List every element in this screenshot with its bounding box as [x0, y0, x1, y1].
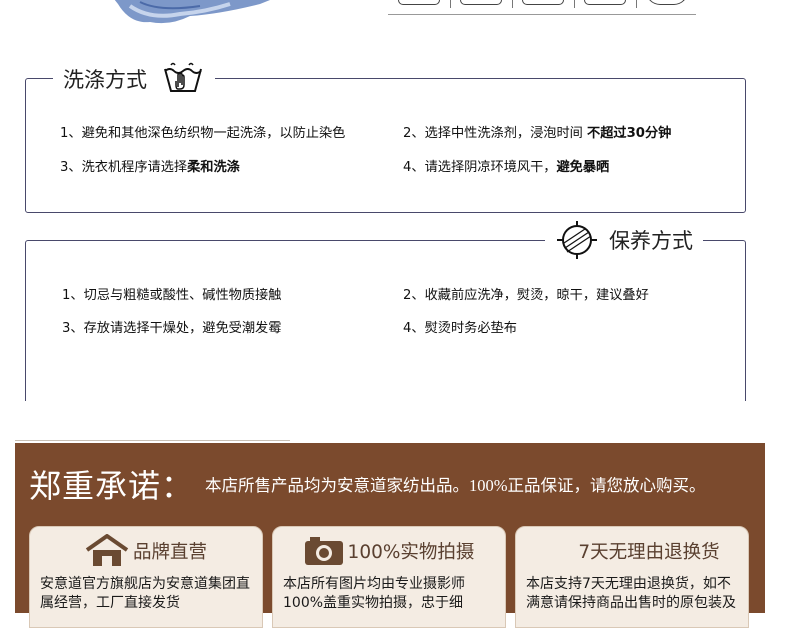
maintenance-instruction-4: 4、熨烫时务必垫布 — [403, 317, 517, 336]
divider — [15, 440, 290, 441]
maintenance-instruction-1: 1、切忌与粗糙或酸性、碱性物质接触 — [62, 284, 281, 303]
wash-instruction-2-emphasis: 不超过30分钟 — [587, 126, 672, 141]
wash-section-heading: 洗涤方式 — [53, 60, 215, 98]
product-image-fragment — [114, 0, 270, 24]
wash-instruction-4-text: 4、请选择阴凉环境风干， — [403, 160, 557, 175]
promise-title: 郑重承诺： — [29, 468, 195, 504]
wash-instruction-3-emphasis: 柔和洗涤 — [187, 160, 240, 175]
card-title: 品牌直营 — [132, 542, 207, 563]
wash-section-title: 洗涤方式 — [63, 68, 147, 92]
iron-circle-icon — [557, 221, 597, 259]
promise-card-photo: 100%实物拍摄 本店所有图片均由专业摄影师100%盖重实物拍摄，忠于细 — [272, 526, 506, 628]
card-title: 7天无理由退换货 — [578, 542, 720, 563]
maintenance-section-title: 保养方式 — [609, 229, 693, 253]
card-heading: 100%实物拍摄 — [273, 535, 505, 567]
promise-text: 本店所售产品均为安意道家纺出品。100%正品保证，请您放心购买。 — [205, 476, 706, 495]
care-symbol-icon — [522, 0, 564, 5]
maintenance-instruction-3-text: 3、存放请选择干燥处，避免受潮发霉 — [62, 321, 282, 336]
promise-card-brand: 品牌直营 安意道官方旗舰店为安意道集团直属经营，工厂直接发货 — [29, 526, 263, 628]
divider — [450, 0, 451, 8]
card-title: 100%实物拍摄 — [347, 542, 475, 563]
care-symbol-icon — [398, 0, 440, 5]
card-body: 安意道官方旗舰店为安意道集团直属经营，工厂直接发货 — [40, 576, 250, 611]
card-heading: 7天无理由退换货 — [516, 535, 748, 567]
wash-instruction-1: 1、避免和其他深色纺织物一起洗涤，以防止染色 — [60, 122, 345, 141]
wash-section-box — [25, 78, 746, 213]
care-symbol-icon — [646, 0, 688, 5]
divider — [636, 0, 637, 8]
house-icon — [85, 534, 129, 566]
maintenance-instruction-3: 3、存放请选择干燥处，避免受潮发霉 — [62, 317, 281, 336]
promise-card-return: 7天无理由退换货 本店支持7天无理由退换货，如不满意请保持商品出售时的原包装及 — [515, 526, 749, 628]
wash-instruction-3: 3、洗衣机程序请选择柔和洗涤 — [60, 156, 240, 175]
maintenance-instruction-4-text: 4、熨烫时务必垫布 — [403, 321, 517, 336]
maintenance-instruction-1-text: 1、切忌与粗糙或酸性、碱性物质接触 — [62, 288, 282, 303]
care-icon-row — [390, 0, 696, 8]
wash-instruction-3-text: 3、洗衣机程序请选择 — [60, 160, 188, 175]
maintenance-section-heading: 保养方式 — [545, 220, 703, 260]
maintenance-instruction-2: 2、收藏前应洗净，熨烫，晾干，建议叠好 — [403, 284, 649, 303]
divider — [388, 14, 696, 15]
wash-instruction-4-emphasis: 避免暴晒 — [556, 160, 610, 175]
care-symbol-icon — [584, 0, 626, 5]
card-heading: 品牌直营 — [30, 534, 262, 567]
maintenance-instruction-2-text: 2、收藏前应洗净，熨烫，晾干，建议叠好 — [403, 288, 649, 303]
promise-banner: 郑重承诺： 本店所售产品均为安意道家纺出品。100%正品保证，请您放心购买。 品… — [15, 443, 765, 628]
wash-instruction-4: 4、请选择阴凉环境风干，避免暴晒 — [403, 156, 609, 175]
divider — [574, 0, 575, 8]
wash-instruction-1-text: 1、避免和其他深色纺织物一起洗涤，以防止染色 — [60, 126, 346, 141]
camera-icon — [304, 537, 343, 565]
wash-basin-icon — [164, 62, 202, 92]
card-body: 本店所有图片均由专业摄影师100%盖重实物拍摄，忠于细 — [283, 576, 465, 611]
divider — [512, 0, 513, 8]
card-body: 本店支持7天无理由退换货，如不满意请保持商品出售时的原包装及 — [526, 576, 736, 611]
wash-instruction-2: 2、选择中性洗涤剂，浸泡时间 不超过30分钟 — [403, 122, 671, 141]
care-symbol-icon — [460, 0, 502, 5]
wash-instruction-2-text: 2、选择中性洗涤剂，浸泡时间 — [403, 126, 588, 141]
